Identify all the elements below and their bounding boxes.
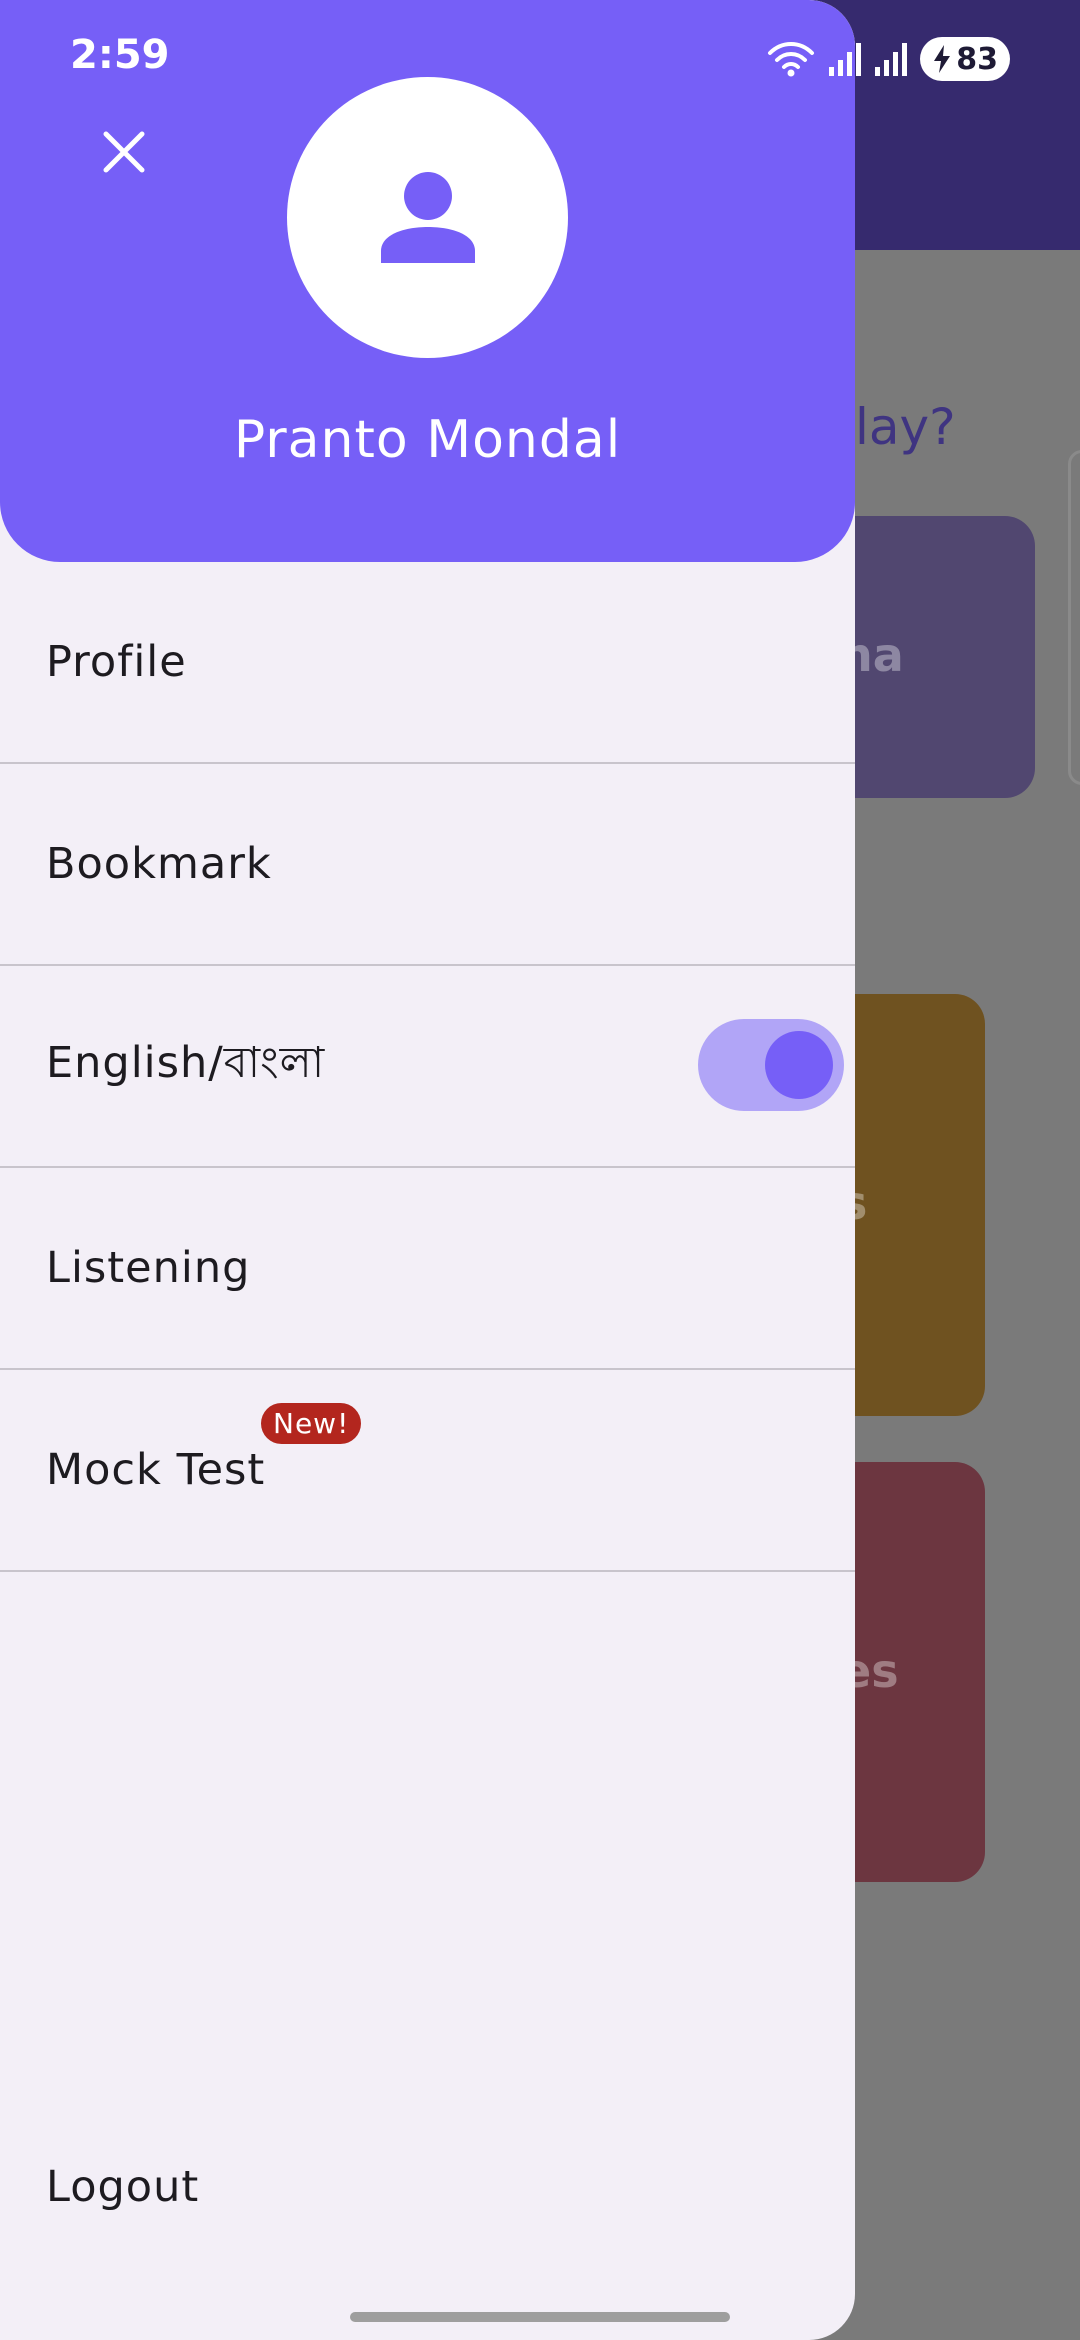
close-icon	[103, 131, 145, 173]
home-indicator[interactable]	[350, 2312, 730, 2322]
menu-item-label: Listening	[46, 1243, 251, 1293]
person-icon	[380, 171, 475, 263]
background-question-text: lay?	[855, 398, 956, 456]
signal-icon	[829, 43, 862, 76]
navigation-drawer: Pranto Mondal Profile Bookmark English/ব…	[0, 0, 855, 2340]
menu-item-profile[interactable]: Profile	[0, 562, 855, 764]
menu-item-label: English/বাংলা	[46, 1037, 326, 1088]
status-time: 2:59	[70, 32, 170, 78]
menu-item-label: Mock Test	[46, 1445, 266, 1495]
menu-item-bookmark[interactable]: Bookmark	[0, 764, 855, 966]
status-bar: 2:59 83	[0, 0, 1080, 115]
menu-item-label: Profile	[46, 637, 187, 687]
menu-item-language[interactable]: English/বাংলা	[0, 966, 855, 1168]
mock-test-wrapper: Mock Test New!	[46, 1403, 362, 1495]
avatar[interactable]	[287, 77, 568, 358]
background-card-edge	[1068, 450, 1080, 785]
status-icons: 83	[766, 36, 1010, 82]
menu-item-mock-test[interactable]: Mock Test New!	[0, 1370, 855, 1572]
language-toggle[interactable]	[698, 1019, 844, 1111]
logout-button[interactable]: Logout	[46, 2162, 199, 2212]
charging-icon	[934, 45, 951, 73]
toggle-knob	[765, 1031, 833, 1099]
screen: lay? na s es Pranto Mondal	[0, 0, 1080, 2340]
menu-item-listening[interactable]: Listening	[0, 1168, 855, 1370]
drawer-menu: Profile Bookmark English/বাংলা Listening…	[0, 562, 855, 1572]
wifi-icon	[768, 42, 815, 77]
battery-indicator: 83	[920, 37, 1010, 81]
menu-item-label: Bookmark	[46, 839, 272, 889]
new-badge: New!	[261, 1403, 362, 1444]
close-button[interactable]	[92, 120, 156, 184]
signal-icon	[875, 43, 908, 76]
user-name: Pranto Mondal	[233, 410, 622, 470]
battery-level: 83	[956, 41, 998, 77]
